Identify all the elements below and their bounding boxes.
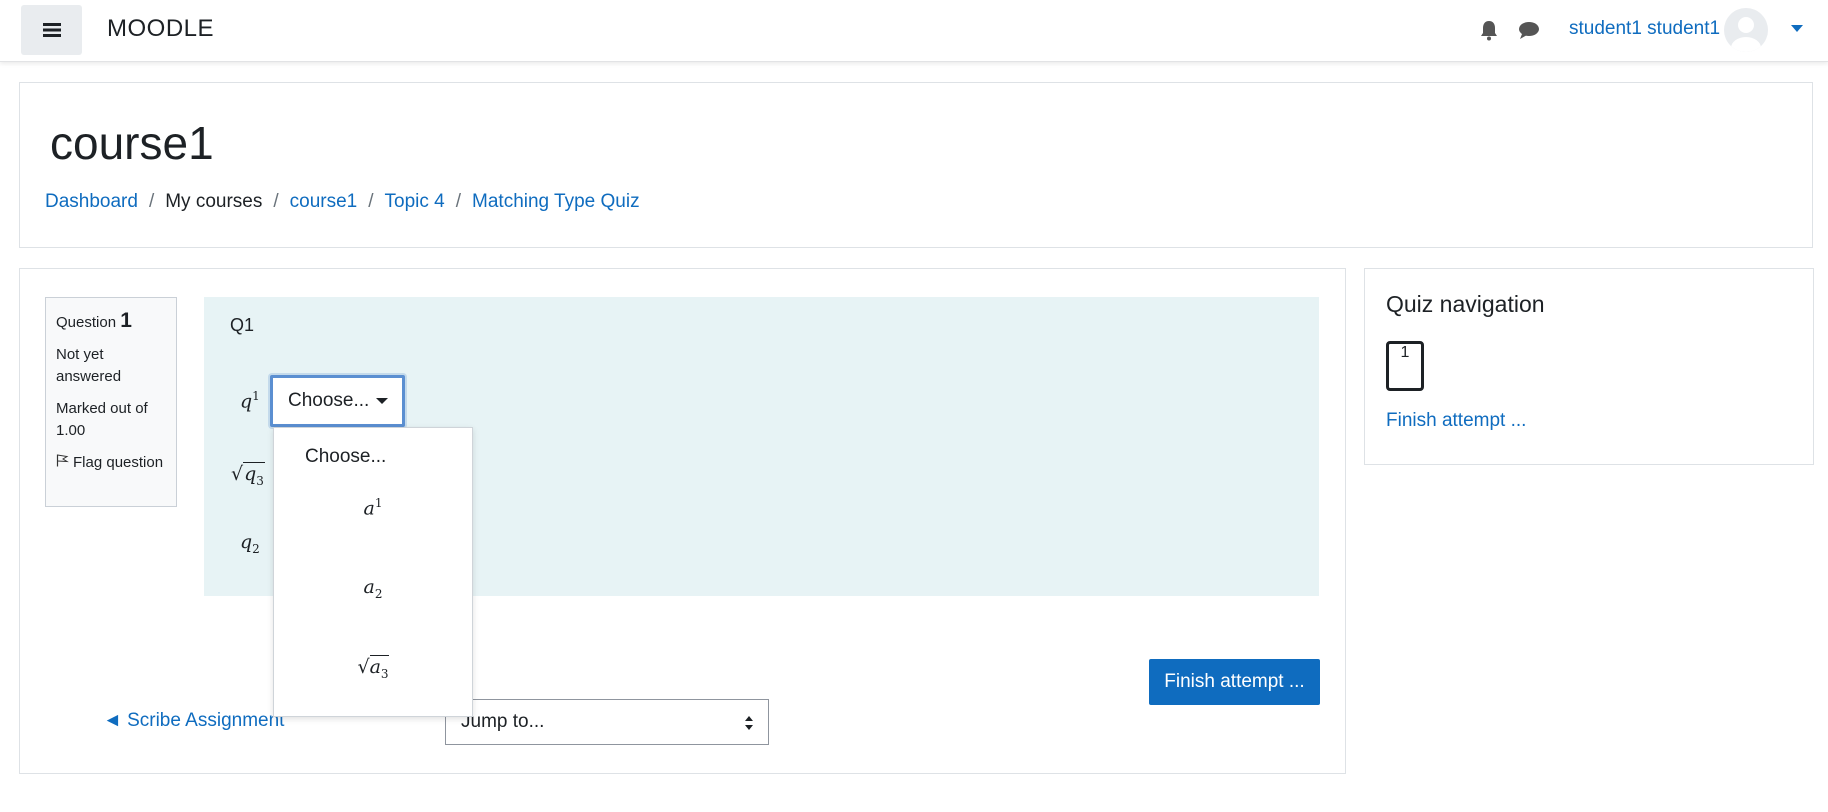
match-select-1[interactable]: Choose... (270, 375, 405, 427)
chevron-down-icon (376, 398, 389, 404)
question-text: Q1 (230, 315, 255, 335)
match-stem-sqrt-q3: √q3 (231, 462, 265, 488)
breadcrumb-dashboard[interactable]: Dashboard (45, 191, 138, 213)
top-navbar: MOODLE student1 student1 (0, 0, 1828, 62)
breadcrumb-course1[interactable]: course1 (290, 191, 358, 213)
breadcrumb-my-courses: My courses (165, 191, 263, 212)
chat-icon[interactable] (1517, 19, 1541, 41)
flag-icon (56, 454, 69, 467)
breadcrumb-separator: / (273, 191, 279, 212)
question-info-panel: Question 1 Not yet answered Marked out o… (45, 297, 177, 507)
nav-drawer-toggle-button[interactable] (21, 5, 82, 55)
match-select-1-value: Choose... (288, 390, 370, 411)
quiz-navigation-title: Quiz navigation (1386, 291, 1545, 317)
quiz-main-region: Question 1 Not yet answered Marked out o… (19, 268, 1346, 774)
user-menu-caret-icon[interactable] (1791, 25, 1803, 32)
match-stem-q2: q2 (240, 531, 260, 556)
dropdown-option-sqrt-a3[interactable]: √a3 (274, 655, 472, 681)
breadcrumb-separator: / (148, 191, 155, 212)
question-grade: Marked out of 1.00 (56, 400, 148, 439)
avatar[interactable] (1724, 8, 1768, 52)
match-stem-q1: q1 (240, 389, 260, 413)
page-header: course1 Dashboard / My courses / course1… (19, 82, 1813, 248)
question-status: Not yet answered (56, 346, 122, 385)
avatar-icon (1731, 17, 1761, 52)
select-updown-icon (745, 716, 753, 730)
jump-to-value: Jump to... (461, 711, 545, 732)
flag-question-label: Flag question (73, 454, 164, 471)
dropdown-option-a1[interactable]: a1 (274, 496, 472, 519)
breadcrumb-topic-4[interactable]: Topic 4 (385, 191, 445, 213)
breadcrumb-matching-type-quiz[interactable]: Matching Type Quiz (472, 191, 640, 213)
breadcrumb: Dashboard / My courses / course1 / Topic… (45, 191, 640, 213)
user-menu-name[interactable]: student1 student1 (1569, 18, 1720, 40)
flag-question-toggle[interactable]: Flag question (56, 452, 163, 474)
page-title: course1 (50, 117, 214, 169)
hamburger-icon (42, 23, 61, 37)
jump-to-select[interactable]: Jump to... (445, 699, 769, 745)
match-select-1-dropdown: Choose... a1 a2 √a3 (273, 427, 473, 717)
dropdown-option-a2[interactable]: a2 (274, 576, 472, 601)
question-number: Question 1 (56, 309, 132, 332)
finish-attempt-link[interactable]: Finish attempt ... (1386, 410, 1526, 432)
breadcrumb-separator: / (455, 191, 462, 212)
quiz-nav-question-button[interactable]: 1 (1386, 341, 1424, 391)
breadcrumb-separator: / (368, 191, 374, 212)
bell-icon[interactable] (1478, 19, 1500, 41)
finish-attempt-button[interactable]: Finish attempt ... (1149, 659, 1320, 705)
dropdown-option-choose[interactable]: Choose... (274, 446, 472, 468)
previous-activity-link[interactable]: ◄ Scribe Assignment (103, 710, 284, 732)
site-brand[interactable]: MOODLE (107, 15, 214, 43)
quiz-navigation-block: Quiz navigation 1 Finish attempt ... (1364, 268, 1814, 465)
